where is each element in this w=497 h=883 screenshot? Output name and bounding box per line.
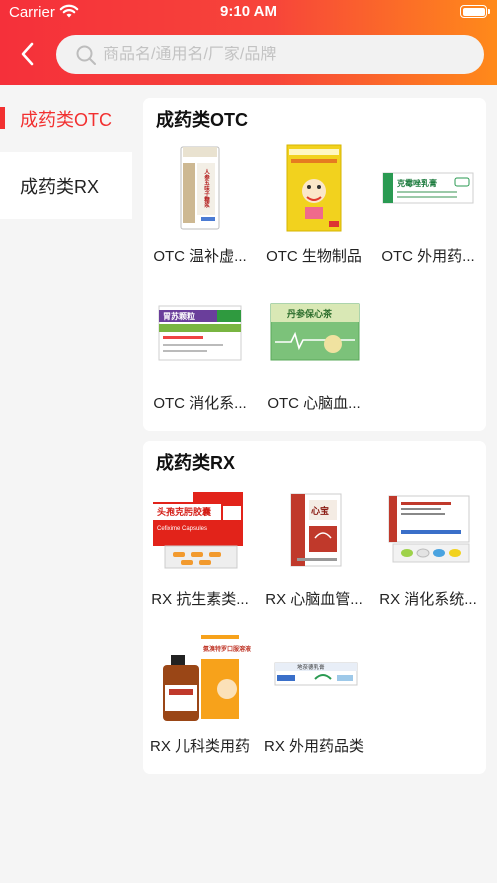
product-image: 丹参保心茶: [270, 303, 360, 361]
product-tile[interactable]: 心宝 RX 心脑血管...: [257, 486, 371, 611]
product-image: [388, 495, 470, 563]
search-input[interactable]: [103, 45, 463, 64]
product-name: OTC 温补虚...: [153, 248, 247, 265]
product-tile[interactable]: OTC 生物制品: [257, 143, 371, 268]
product-image: 心宝: [290, 493, 342, 567]
product-image: 克霉唑乳膏: [382, 172, 474, 204]
sidebar-item-otc[interactable]: 成药类OTC: [0, 85, 132, 152]
product-tile[interactable]: RX 消化系统...: [371, 486, 485, 611]
product-image-label: 地奈德乳膏: [297, 663, 325, 671]
search-icon: [76, 45, 96, 65]
section-otc: 成药类OTC 人参五味子糖浆 OTC 温补虚... OTC 生物制品 克霉唑乳膏…: [143, 98, 486, 431]
product-image-label: 头孢克肟胶囊: [157, 506, 212, 517]
clock: 9:10 AM: [220, 3, 277, 20]
product-tile[interactable]: 人参五味子糖浆 OTC 温补虚...: [143, 143, 257, 268]
section-title: 成药类OTC: [156, 110, 248, 130]
category-sidebar: 成药类OTC 成药类RX: [0, 85, 132, 883]
product-image-label: 氨溴特罗口服溶液: [203, 645, 252, 653]
app-header: Carrier 9:10 AM: [0, 0, 497, 85]
product-tile[interactable]: 胃苏颗粒 OTC 消化系...: [143, 290, 257, 415]
product-tile[interactable]: 氨溴特罗口服溶液 RX 儿科类用药: [143, 633, 257, 758]
sidebar-item-label: 成药类OTC: [20, 109, 112, 130]
product-image: 地奈德乳膏: [274, 662, 358, 686]
product-name: RX 抗生素类...: [151, 591, 249, 608]
section-rx: 成药类RX 头孢克肟胶囊 Cefixime Capsules RX 抗生素类..…: [143, 441, 486, 774]
product-image: 头孢克肟胶囊 Cefixime Capsules: [153, 492, 243, 569]
product-image-sublabel: Cefixime Capsules: [157, 526, 207, 532]
product-name: OTC 心脑血...: [267, 395, 361, 412]
product-panel: 成药类OTC 人参五味子糖浆 OTC 温补虚... OTC 生物制品 克霉唑乳膏…: [132, 85, 497, 883]
status-bar: Carrier 9:10 AM: [0, 0, 497, 26]
product-name: RX 外用药品类: [263, 738, 364, 755]
product-image-label: 心宝: [311, 505, 329, 516]
product-name: RX 儿科类用药: [149, 738, 250, 755]
product-image-label: 克霉唑乳膏: [397, 178, 437, 188]
search-bar[interactable]: [56, 35, 484, 74]
product-image-label: 丹参保心茶: [287, 308, 333, 319]
product-image: 人参五味子糖浆: [180, 146, 220, 230]
sidebar-item-label: 成药类RX: [20, 176, 100, 197]
product-tile[interactable]: 丹参保心茶 OTC 心脑血...: [257, 290, 371, 415]
sidebar-item-rx[interactable]: 成药类RX: [0, 152, 132, 219]
product-image: [286, 144, 342, 232]
product-tile[interactable]: 头孢克肟胶囊 Cefixime Capsules RX 抗生素类...: [143, 486, 257, 611]
chevron-left-icon: [21, 42, 34, 66]
product-tile[interactable]: 克霉唑乳膏 OTC 外用药...: [371, 143, 485, 268]
product-image-label: 胃苏颗粒: [163, 311, 195, 321]
product-name: OTC 外用药...: [381, 248, 475, 265]
product-name: RX 心脑血管...: [265, 591, 363, 608]
product-name: OTC 消化系...: [153, 395, 247, 412]
product-image: 胃苏颗粒: [158, 305, 242, 361]
product-image: 氨溴特罗口服溶液: [163, 635, 252, 721]
product-name: OTC 生物制品: [266, 248, 362, 265]
product-tile[interactable]: 地奈德乳膏 RX 外用药品类: [257, 633, 371, 758]
back-button[interactable]: [12, 38, 42, 70]
battery-icon: [460, 5, 490, 18]
product-name: RX 消化系统...: [379, 591, 477, 608]
section-title: 成药类RX: [156, 453, 236, 473]
